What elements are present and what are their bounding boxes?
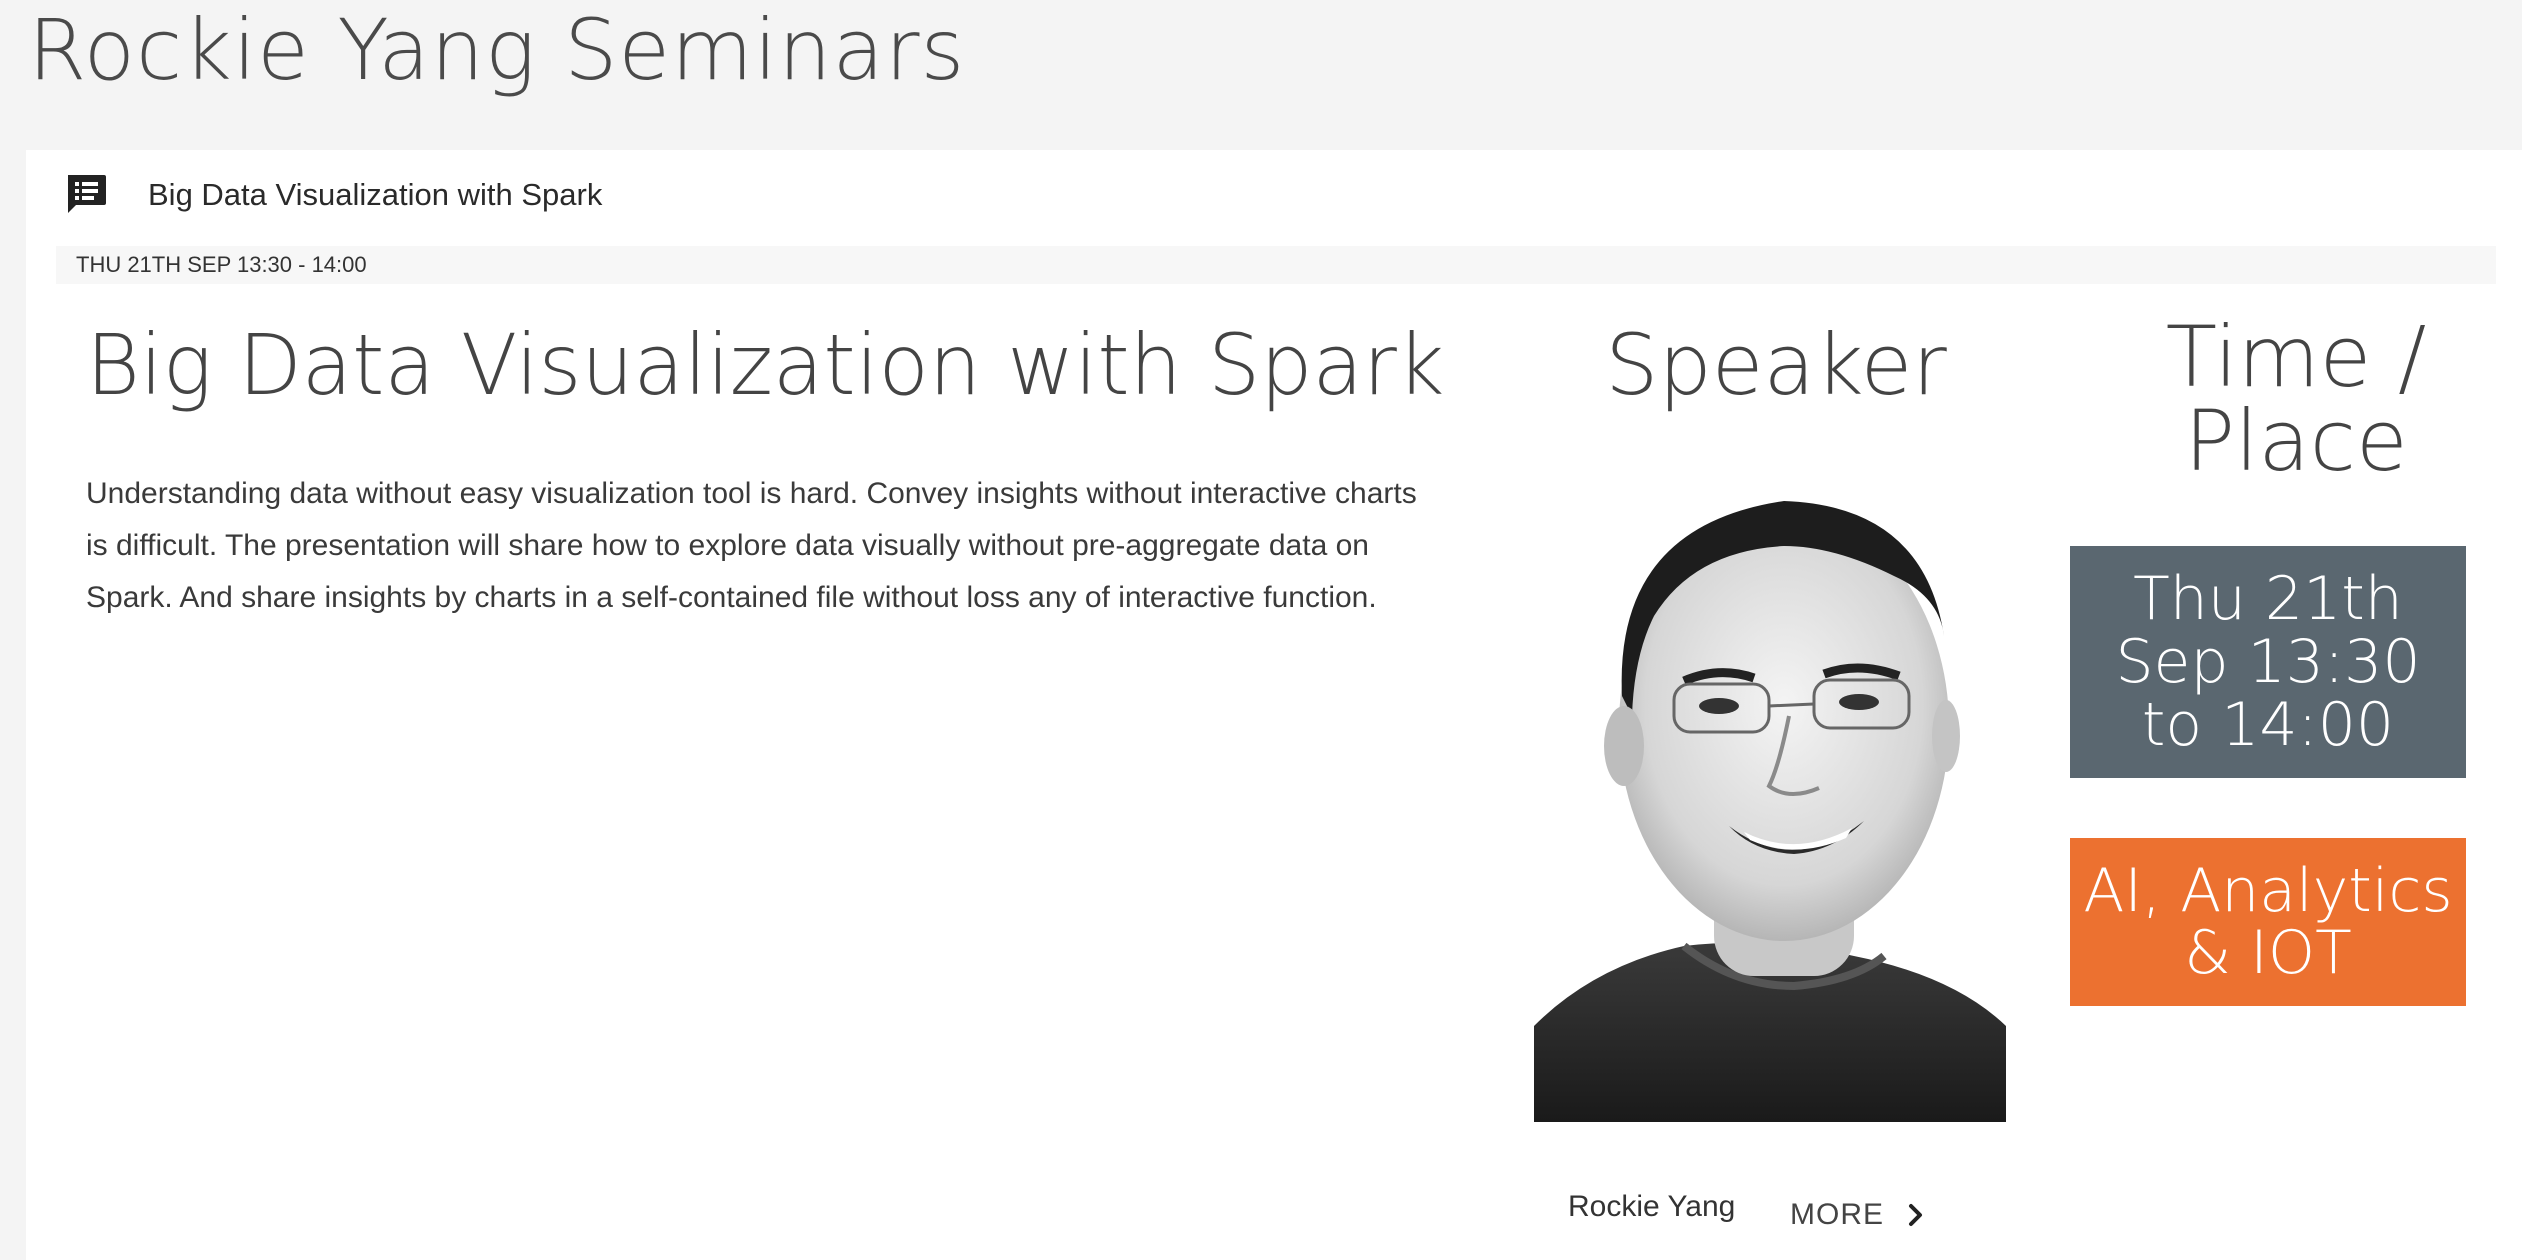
session-header: Big Data Visualization with Spark (64, 170, 602, 220)
site-title: Rockie Yang Seminars (28, 1, 966, 99)
time-place-heading: Time / Place (2165, 308, 2427, 490)
topic-tag[interactable]: AI, Analytics & IOT (2070, 838, 2466, 1006)
speaker-more-link[interactable]: MORE (1790, 1198, 1926, 1232)
speaker-name: Rockie Yang (1568, 1190, 1736, 1223)
topic-tag-label: AI, Analytics & IOT (2083, 856, 2453, 988)
session-header-title: Big Data Visualization with Spark (148, 177, 603, 212)
session-time-text: Thu 21th Sep 13:30 to 14:00 (2115, 563, 2421, 760)
speaker-photo (1534, 466, 2006, 1122)
session-date-bar: THU 21TH SEP 13:30 - 14:00 (56, 246, 2496, 284)
speaker-notes-icon (64, 173, 108, 217)
event-description: Understanding data without easy visualiz… (86, 477, 1417, 614)
event-title: Big Data Visualization with Spark (86, 316, 1445, 414)
speaker-heading: Speaker (1605, 316, 1947, 414)
chevron-right-icon (1906, 1202, 1926, 1228)
session-card: Big Data Visualization with Spark THU 21… (26, 150, 2522, 1260)
session-time-box: Thu 21th Sep 13:30 to 14:00 (2070, 546, 2466, 778)
more-label: MORE (1790, 1198, 1884, 1231)
